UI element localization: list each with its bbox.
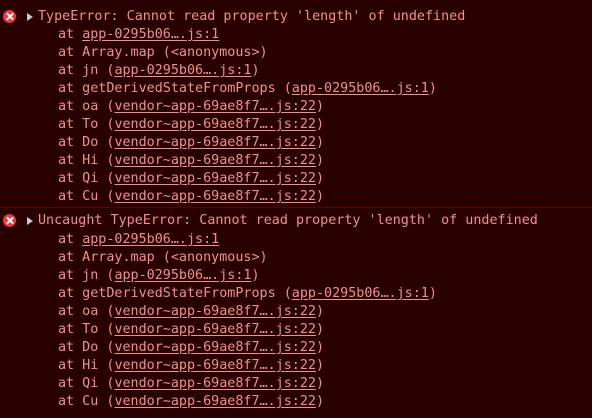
stack-frame-text: at Qi ( [58, 171, 115, 186]
stack-frame-suffix: ) [315, 189, 325, 204]
source-link[interactable]: vendor~app-69ae8f7….js:22 [114, 394, 316, 409]
error-message-text[interactable]: TypeError: Cannot read property 'length'… [38, 8, 465, 26]
stack-frame-text: at Do ( [58, 135, 115, 150]
stack-frame-suffix: ) [315, 340, 325, 355]
source-link[interactable]: vendor~app-69ae8f7….js:22 [114, 358, 316, 373]
stack-frame-suffix: ) [315, 171, 325, 186]
devtools-console: TypeError: Cannot read property 'length'… [0, 0, 592, 418]
stack-frame: at oa (vendor~app-69ae8f7….js:22) [58, 303, 324, 321]
source-link[interactable]: vendor~app-69ae8f7….js:22 [114, 322, 316, 337]
source-link[interactable]: vendor~app-69ae8f7….js:22 [114, 340, 316, 355]
stack-frame-suffix: ) [315, 322, 325, 337]
source-link[interactable]: vendor~app-69ae8f7….js:22 [114, 117, 316, 132]
stack-frame-suffix: ) [315, 394, 325, 409]
error-icon [3, 10, 16, 23]
source-link[interactable]: vendor~app-69ae8f7….js:22 [114, 189, 316, 204]
stack-frame: at Cu (vendor~app-69ae8f7….js:22) [58, 188, 324, 206]
expand-caret-icon[interactable] [27, 217, 33, 225]
expand-caret-icon[interactable] [27, 13, 33, 21]
stack-frame-text: at Hi ( [58, 153, 115, 168]
stack-frame-text: at Qi ( [58, 376, 115, 391]
source-link[interactable]: vendor~app-69ae8f7….js:22 [114, 171, 316, 186]
stack-frame-text: at Cu ( [58, 394, 115, 409]
stack-frame: at app-0295b06….js:1 [58, 231, 219, 249]
error-message-text[interactable]: Uncaught TypeError: Cannot read property… [38, 212, 538, 230]
stack-frame: at jn (app-0295b06….js:1) [58, 62, 260, 80]
stack-frame: at Do (vendor~app-69ae8f7….js:22) [58, 339, 324, 357]
stack-frame-suffix: ) [315, 304, 325, 319]
stack-frame: at jn (app-0295b06….js:1) [58, 267, 260, 285]
source-link[interactable]: vendor~app-69ae8f7….js:22 [114, 376, 316, 391]
stack-frame-suffix: ) [428, 81, 437, 96]
stack-frame: at Cu (vendor~app-69ae8f7….js:22) [58, 393, 324, 411]
stack-frame-text: at jn ( [58, 63, 115, 78]
stack-frame-text: at jn ( [58, 268, 115, 283]
stack-frame-suffix: ) [315, 99, 325, 114]
stack-frame-suffix: ) [251, 268, 260, 283]
stack-frame: at To (vendor~app-69ae8f7….js:22) [58, 116, 324, 134]
stack-frame-text: at Array.map (<anonymous>) [58, 45, 268, 60]
stack-frame-text: at oa ( [58, 99, 115, 114]
stack-frame-text: at To ( [58, 322, 115, 337]
source-link[interactable]: vendor~app-69ae8f7….js:22 [114, 135, 316, 150]
source-link[interactable]: app-0295b06….js:1 [114, 268, 251, 283]
stack-frame: at getDerivedStateFromProps (app-0295b06… [58, 80, 437, 98]
stack-frame: at app-0295b06….js:1 [58, 26, 219, 44]
stack-frame: at Hi (vendor~app-69ae8f7….js:22) [58, 152, 324, 170]
stack-frame: at Qi (vendor~app-69ae8f7….js:22) [58, 375, 324, 393]
stack-frame-text: at Array.map (<anonymous>) [58, 250, 268, 265]
source-link[interactable]: vendor~app-69ae8f7….js:22 [114, 304, 316, 319]
stack-frame-text: at Hi ( [58, 358, 115, 373]
stack-frame: at To (vendor~app-69ae8f7….js:22) [58, 321, 324, 339]
stack-frame-text: at oa ( [58, 304, 115, 319]
stack-frame: at oa (vendor~app-69ae8f7….js:22) [58, 98, 324, 116]
stack-frame: at Hi (vendor~app-69ae8f7….js:22) [58, 357, 324, 375]
console-error-message: Uncaught TypeError: Cannot read property… [0, 208, 592, 418]
stack-frame: at Qi (vendor~app-69ae8f7….js:22) [58, 170, 324, 188]
stack-frame-suffix: ) [315, 358, 325, 373]
source-link[interactable]: app-0295b06….js:1 [82, 27, 219, 42]
stack-frame: at Array.map (<anonymous>) [58, 44, 268, 62]
stack-frame-suffix: ) [315, 135, 325, 150]
stack-frame-text: at Cu ( [58, 189, 115, 204]
stack-frame-text: at [58, 232, 83, 247]
source-link[interactable]: app-0295b06….js:1 [82, 232, 219, 247]
stack-frame: at Array.map (<anonymous>) [58, 249, 268, 267]
stack-frame-suffix: ) [315, 117, 325, 132]
stack-frame-text: at getDerivedStateFromProps ( [58, 286, 292, 301]
stack-frame-suffix: ) [315, 376, 325, 391]
stack-frame-suffix: ) [251, 63, 260, 78]
source-link[interactable]: app-0295b06….js:1 [292, 81, 429, 96]
stack-frame-suffix: ) [428, 286, 437, 301]
stack-frame: at getDerivedStateFromProps (app-0295b06… [58, 285, 437, 303]
stack-frame-text: at Do ( [58, 340, 115, 355]
error-icon [3, 214, 16, 227]
stack-frame-text: at To ( [58, 117, 115, 132]
stack-frame-suffix: ) [315, 153, 325, 168]
console-error-message: TypeError: Cannot read property 'length'… [0, 0, 592, 208]
source-link[interactable]: app-0295b06….js:1 [114, 63, 251, 78]
source-link[interactable]: app-0295b06….js:1 [292, 286, 429, 301]
source-link[interactable]: vendor~app-69ae8f7….js:22 [114, 99, 316, 114]
stack-frame-text: at getDerivedStateFromProps ( [58, 81, 292, 96]
stack-frame-text: at [58, 27, 83, 42]
source-link[interactable]: vendor~app-69ae8f7….js:22 [114, 153, 316, 168]
stack-frame: at Do (vendor~app-69ae8f7….js:22) [58, 134, 324, 152]
